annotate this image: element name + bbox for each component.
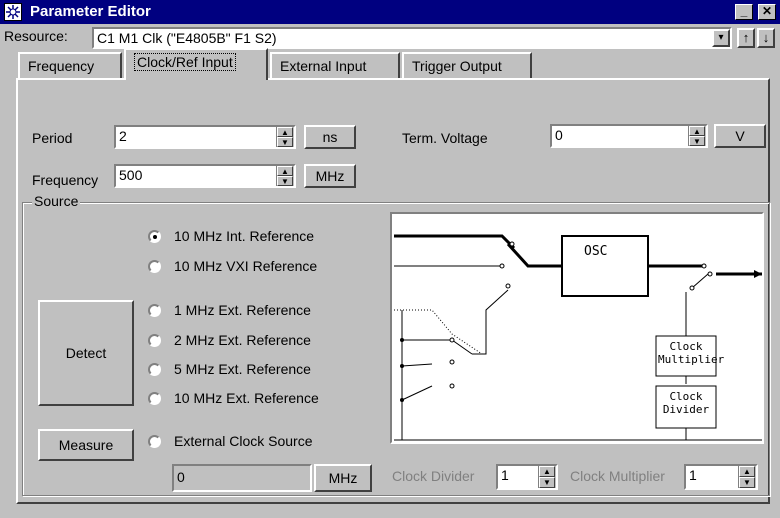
frequency-label: Frequency	[32, 172, 99, 188]
title-bar: Parameter Editor _ ✕	[0, 0, 780, 24]
frequency-stepper-down[interactable]: ▼	[277, 176, 293, 186]
radio-label: 2 MHz Ext. Reference	[174, 332, 311, 348]
period-stepper[interactable]: ▲ ▼	[276, 127, 294, 147]
clock-divider-value: 1	[501, 467, 509, 483]
period-stepper-down[interactable]: ▼	[277, 137, 293, 147]
radio-button[interactable]	[148, 334, 161, 347]
resource-select[interactable]: C1 M1 Clk ("E4805B" F1 S2) ▾	[92, 27, 732, 49]
term-voltage-stepper[interactable]: ▲ ▼	[688, 126, 706, 146]
radio-button[interactable]	[148, 392, 161, 405]
term-voltage-stepper-up[interactable]: ▲	[689, 126, 705, 136]
period-label: Period	[32, 130, 73, 146]
tab-clock-ref-input-label: Clock/Ref Input	[134, 53, 236, 71]
frequency-stepper-up[interactable]: ▲	[277, 166, 293, 176]
clock-multiplier-input[interactable]: 1 ▲ ▼	[684, 464, 758, 490]
tab-trigger-output[interactable]: Trigger Output	[402, 52, 532, 78]
clock-divider-input[interactable]: 1 ▲ ▼	[496, 464, 558, 490]
resource-value: C1 M1 Clk ("E4805B" F1 S2)	[97, 30, 277, 46]
clock-divider-block-label: Clock Divider	[662, 390, 710, 416]
term-voltage-value: 0	[555, 127, 563, 143]
clock-multiplier-stepper-up[interactable]: ▲	[739, 466, 755, 477]
resource-down-button[interactable]: ↓	[757, 28, 775, 48]
tab-frequency[interactable]: Frequency	[18, 52, 122, 78]
clock-divider-stepper-up[interactable]: ▲	[539, 466, 555, 477]
detect-button[interactable]: Detect	[38, 300, 134, 406]
radio-button[interactable]	[148, 304, 161, 317]
radio-label: 1 MHz Ext. Reference	[174, 302, 311, 318]
minimize-button[interactable]: _	[735, 4, 753, 20]
clock-multiplier-value: 1	[689, 467, 697, 483]
signal-path-diagram: OSC Clock Multiplier Clock Divider	[390, 212, 764, 444]
term-voltage-unit-button[interactable]: V	[714, 124, 766, 148]
radio-label: External Clock Source	[174, 433, 313, 449]
period-stepper-up[interactable]: ▲	[277, 127, 293, 137]
external-clock-input[interactable]: 0	[172, 464, 312, 492]
tab-external-input[interactable]: External Input	[270, 52, 400, 78]
radio-label: 10 MHz Int. Reference	[174, 228, 315, 244]
frequency-input[interactable]: 500 ▲ ▼	[114, 164, 296, 188]
term-voltage-stepper-down[interactable]: ▼	[689, 136, 705, 146]
clock-divider-label: Clock Divider	[392, 468, 475, 484]
clock-multiplier-stepper[interactable]: ▲ ▼	[738, 466, 756, 488]
radio-button[interactable]	[148, 260, 161, 273]
tab-clock-ref-input[interactable]: Clock/Ref Input	[124, 48, 268, 80]
clock-divider-stepper[interactable]: ▲ ▼	[538, 466, 556, 488]
period-input[interactable]: 2 ▲ ▼	[114, 125, 296, 149]
frequency-unit-button[interactable]: MHz	[304, 164, 356, 188]
clock-multiplier-label: Clock Multiplier	[570, 468, 665, 484]
clock-divider-stepper-down[interactable]: ▼	[539, 477, 555, 488]
frequency-stepper[interactable]: ▲ ▼	[276, 166, 294, 186]
external-clock-unit-button[interactable]: MHz	[314, 464, 372, 492]
term-voltage-label: Term. Voltage	[402, 130, 488, 146]
radio-label: 5 MHz Ext. Reference	[174, 361, 311, 377]
app-icon[interactable]	[4, 3, 22, 21]
radio-label: 10 MHz Ext. Reference	[174, 390, 319, 406]
resource-label: Resource:	[4, 28, 68, 44]
term-voltage-input[interactable]: 0 ▲ ▼	[550, 124, 708, 148]
resource-dropdown-button[interactable]: ▾	[712, 29, 730, 47]
radio-button[interactable]	[148, 435, 161, 448]
period-unit-button[interactable]: ns	[304, 125, 356, 149]
osc-label: OSC	[584, 244, 608, 259]
close-button[interactable]: ✕	[758, 4, 776, 20]
period-value: 2	[119, 128, 127, 144]
measure-button[interactable]: Measure	[38, 429, 134, 461]
radio-button[interactable]	[148, 230, 161, 243]
resource-up-button[interactable]: ↑	[737, 28, 755, 48]
frequency-value: 500	[119, 167, 143, 183]
window-title: Parameter Editor	[30, 3, 151, 20]
clock-multiplier-block-label: Clock Multiplier	[658, 340, 725, 366]
clock-multiplier-stepper-down[interactable]: ▼	[739, 477, 755, 488]
source-group-label: Source	[32, 193, 81, 209]
radio-label: 10 MHz VXI Reference	[174, 258, 318, 274]
radio-button[interactable]	[148, 363, 161, 376]
